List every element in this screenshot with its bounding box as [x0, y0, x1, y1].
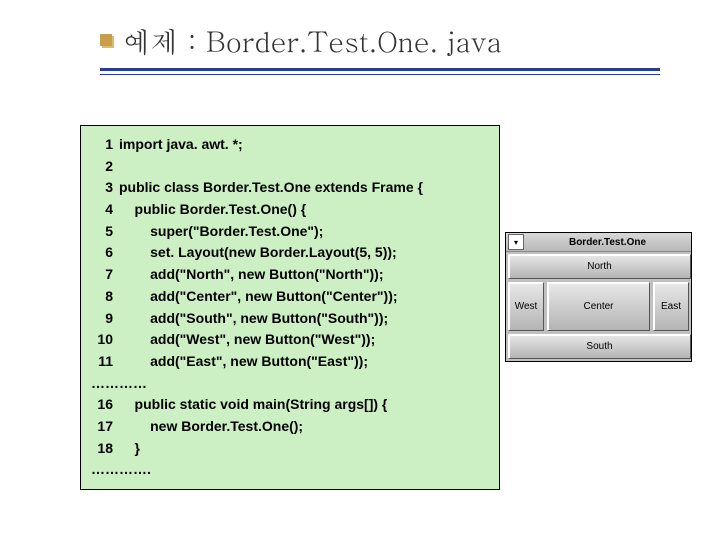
awt-body: North West Center East South: [506, 252, 691, 361]
code-line: 7 add("North", new Button("North"));: [91, 264, 489, 286]
awt-window: ▾ Border.Test.One North West Center East…: [505, 232, 692, 362]
code-line: 10 add("West", new Button("West"));: [91, 329, 489, 351]
east-button[interactable]: East: [653, 282, 689, 331]
bullet-icon: [100, 34, 112, 46]
window-title: Border.Test.One: [526, 237, 689, 248]
code-line: 9 add("South", new Button("South"));: [91, 308, 489, 330]
code-line: 4 public Border.Test.One() {: [91, 199, 489, 221]
awt-middle-row: West Center East: [508, 282, 689, 331]
title-row: 예제 : Border.Test.One. java: [100, 20, 680, 60]
title-underline: [100, 68, 660, 74]
code-line: 11 add("East", new Button("East"));: [91, 351, 489, 373]
center-button[interactable]: Center: [547, 282, 650, 331]
south-button[interactable]: South: [508, 334, 691, 359]
system-menu-icon[interactable]: ▾: [508, 234, 524, 250]
code-ellipsis: …………: [91, 373, 489, 395]
slide: 예제 : Border.Test.One. java 1import java.…: [0, 0, 720, 540]
code-line: 3public class Border.Test.One extends Fr…: [91, 177, 489, 199]
code-line: 17 new Border.Test.One();: [91, 416, 489, 438]
awt-titlebar[interactable]: ▾ Border.Test.One: [506, 233, 691, 252]
code-line: 2: [91, 156, 489, 178]
code-box: 1import java. awt. *; 2 3public class Bo…: [80, 125, 500, 490]
code-line: 1import java. awt. *;: [91, 134, 489, 156]
chevron-down-icon: ▾: [514, 238, 518, 247]
code-line: 5 super("Border.Test.One");: [91, 221, 489, 243]
code-ellipsis: ………….: [91, 459, 489, 481]
code-line: 6 set. Layout(new Border.Layout(5, 5));: [91, 242, 489, 264]
north-button[interactable]: North: [508, 254, 691, 279]
code-line: 8 add("Center", new Button("Center"));: [91, 286, 489, 308]
west-button[interactable]: West: [508, 282, 544, 331]
slide-title: 예제 : Border.Test.One. java: [122, 20, 502, 60]
code-line: 16 public static void main(String args[]…: [91, 394, 489, 416]
code-line: 18 }: [91, 438, 489, 460]
